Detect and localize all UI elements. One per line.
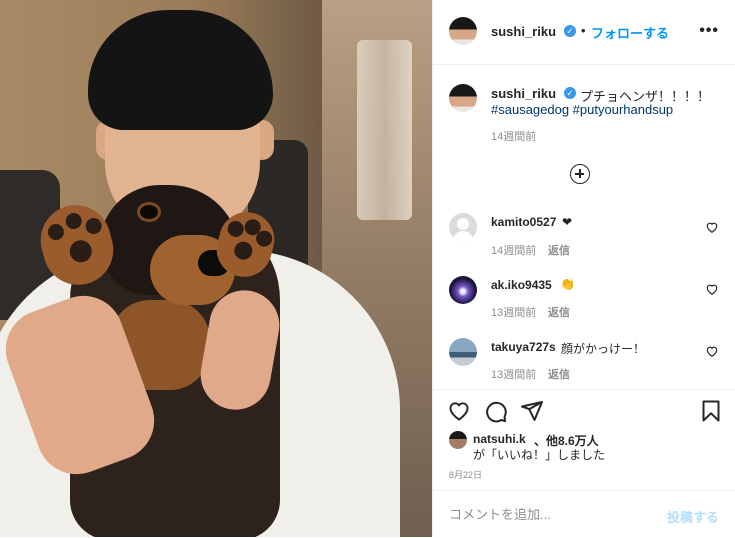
- comment-text: 👏: [560, 277, 575, 291]
- caption-username[interactable]: sushi_riku: [491, 86, 556, 101]
- post-date[interactable]: 8月22日: [449, 468, 482, 481]
- load-more-comments-icon[interactable]: [570, 164, 590, 184]
- post-header: sushi_riku ✓ • フォローする •••: [433, 0, 735, 65]
- post-side-panel: sushi_riku ✓ • フォローする ••• sushi_riku ✓ プ…: [432, 0, 735, 537]
- comment-username[interactable]: ak.iko9435: [491, 278, 552, 292]
- liker-username[interactable]: natsuhi.k: [473, 432, 526, 446]
- likes-suffix: が「いいね！」しました: [473, 448, 606, 462]
- comment-avatar[interactable]: [449, 213, 477, 241]
- comment-input[interactable]: [449, 507, 649, 522]
- share-send-icon[interactable]: [520, 399, 544, 423]
- comment-reply-button[interactable]: 返信: [548, 304, 570, 320]
- comment-like-heart-icon[interactable]: [705, 344, 719, 358]
- comment-bubble-icon[interactable]: [484, 399, 508, 423]
- photo-background-curtain: [357, 40, 412, 220]
- verified-badge-icon: ✓: [564, 25, 576, 37]
- save-bookmark-icon[interactable]: [699, 399, 723, 423]
- comment-time[interactable]: 13週間前: [491, 366, 536, 382]
- comment-text: 顔がかっけー！: [561, 342, 646, 356]
- comment-like-heart-icon[interactable]: [705, 282, 719, 296]
- follow-button[interactable]: フォローする: [591, 23, 669, 42]
- photo-dog-eye: [140, 205, 158, 219]
- post-photo[interactable]: [0, 0, 432, 537]
- comment-text: ❤: [562, 215, 573, 229]
- owner-avatar[interactable]: [449, 17, 477, 45]
- caption-avatar[interactable]: [449, 84, 477, 112]
- header-username[interactable]: sushi_riku: [491, 24, 556, 39]
- comment-avatar[interactable]: [449, 338, 477, 366]
- comment-reply-button[interactable]: 返信: [548, 366, 570, 382]
- header-separator: •: [581, 23, 586, 38]
- add-comment-bar: 投稿する: [433, 490, 735, 538]
- comment-avatar[interactable]: [449, 276, 477, 304]
- caption-hashtags[interactable]: #sausagedog #putyourhandsup: [491, 102, 673, 117]
- comment-time[interactable]: 14週間前: [491, 242, 536, 258]
- comment-username[interactable]: takuya727s: [491, 340, 556, 354]
- comment-reply-button[interactable]: 返信: [548, 242, 570, 258]
- like-heart-icon[interactable]: [447, 399, 471, 423]
- more-options-icon[interactable]: •••: [699, 22, 719, 40]
- liker-avatar[interactable]: [449, 431, 467, 449]
- comment-time[interactable]: 13週間前: [491, 304, 536, 320]
- comment-username[interactable]: kamito0527: [491, 215, 556, 229]
- actions-divider: [433, 389, 735, 390]
- photo-person-hair: [88, 10, 273, 130]
- comment-like-heart-icon[interactable]: [705, 220, 719, 234]
- verified-badge-icon: ✓: [564, 87, 576, 99]
- instagram-post-embed: sushi_riku ✓ • フォローする ••• sushi_riku ✓ プ…: [0, 0, 735, 537]
- post-comment-button[interactable]: 投稿する: [667, 507, 719, 526]
- caption-time[interactable]: 14週間前: [491, 128, 536, 144]
